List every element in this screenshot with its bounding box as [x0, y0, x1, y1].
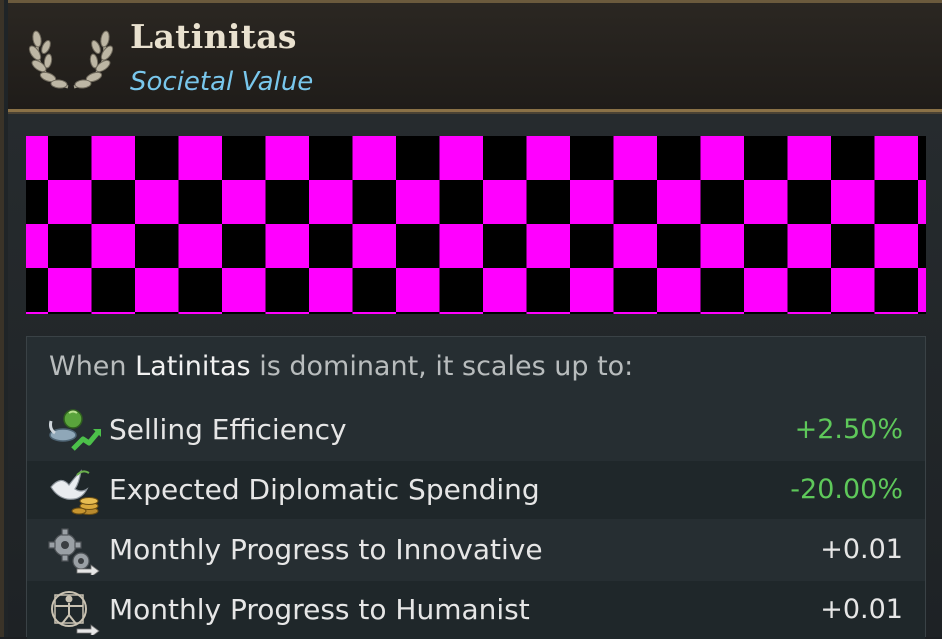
- tooltip-subtitle: Societal Value: [130, 67, 314, 97]
- dove-coins-icon: [50, 469, 99, 515]
- effects-panel: When Latinitas is dominant, it scales up…: [26, 336, 926, 639]
- trade-goods-icon: [49, 409, 101, 451]
- effect-value: +2.50%: [794, 414, 903, 445]
- effects-intro: When Latinitas is dominant, it scales up…: [49, 351, 633, 382]
- vitruvian-man-icon: [51, 591, 100, 635]
- effect-row-diplomatic-spending: Expected Diplomatic Spending -20.00%: [27, 461, 925, 519]
- effect-value: +0.01: [820, 594, 903, 625]
- effect-row-progress-innovative: Monthly Progress to Innovative +0.01: [27, 521, 925, 579]
- effect-value: +0.01: [820, 534, 903, 565]
- tooltip-header: Latinitas Societal Value: [8, 0, 942, 112]
- effect-value: -20.00%: [790, 474, 903, 505]
- tooltip-title: Latinitas: [130, 17, 297, 56]
- missing-texture-image: [26, 136, 926, 314]
- laurel-wreath-icon: [28, 30, 114, 89]
- intro-prefix: When: [49, 351, 136, 382]
- effect-label: Monthly Progress to Humanist: [109, 593, 530, 626]
- effect-row-selling-efficiency: Selling Efficiency +2.50%: [27, 401, 925, 459]
- effect-label: Monthly Progress to Innovative: [109, 533, 543, 566]
- effect-label: Expected Diplomatic Spending: [109, 473, 540, 506]
- societal-value-tooltip: Latinitas Societal Value When Latinitas …: [0, 0, 942, 639]
- effect-row-progress-humanist: Monthly Progress to Humanist +0.01: [27, 581, 925, 639]
- intro-highlight: Latinitas: [135, 351, 251, 382]
- gears-icon: [48, 528, 100, 575]
- intro-suffix: is dominant, it scales up to:: [250, 351, 634, 382]
- effect-label: Selling Efficiency: [109, 413, 347, 446]
